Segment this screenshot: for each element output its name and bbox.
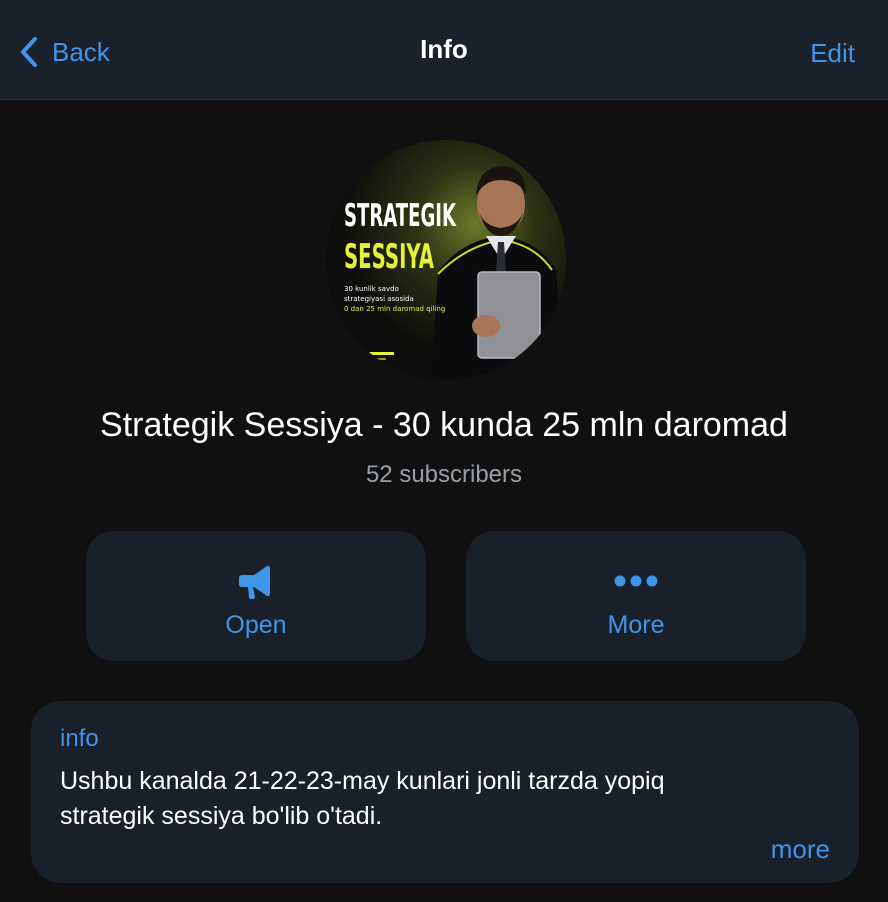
info-more-link[interactable]: more	[771, 834, 830, 865]
subscriber-count: 52 subscribers	[365, 461, 523, 488]
avatar-title-line2: SESSIYA	[344, 237, 434, 277]
megaphone-icon	[239, 565, 270, 599]
open-label: Open	[225, 611, 287, 639]
more-button[interactable]: More	[466, 531, 806, 661]
channel-name: Strategik Sessiya - 30 kunda 25 mln daro…	[100, 406, 788, 444]
open-button[interactable]: Open	[86, 531, 426, 661]
info-description: Ushbu kanalda 21-22-23-may kunlari jonli…	[60, 764, 830, 834]
more-label: More	[607, 611, 665, 639]
avatar-subtext-2: strategiyasi asosida	[344, 295, 414, 303]
more-dots-icon	[614, 575, 658, 587]
avatar-title-line1: STRATEGIK	[344, 198, 457, 234]
page-title: Info	[420, 34, 468, 64]
info-text-line: Ushbu kanalda 21-22-23-may kunlari jonli…	[60, 767, 665, 795]
channel-avatar[interactable]: STRATEGIK SESSIYA 30 kunlik savdo strate…	[326, 140, 566, 380]
avatar-subtext-1: 30 kunlik savdo	[344, 285, 399, 293]
info-heading: info	[60, 725, 99, 752]
edit-button[interactable]: Edit	[810, 38, 855, 69]
info-text-line: strategik sessiya bo'lib o'tadi.	[60, 802, 383, 830]
navigation-bar: Back Info Edit	[0, 0, 888, 100]
avatar-subtext-3: 0 dan 25 mln daromad qiling	[344, 305, 445, 313]
info-card: info Ushbu kanalda 21-22-23-may kunlari …	[31, 701, 859, 883]
channel-info-screen: Back Info Edit STRATEGIK SESSIYA 30 kunl…	[0, 0, 888, 902]
